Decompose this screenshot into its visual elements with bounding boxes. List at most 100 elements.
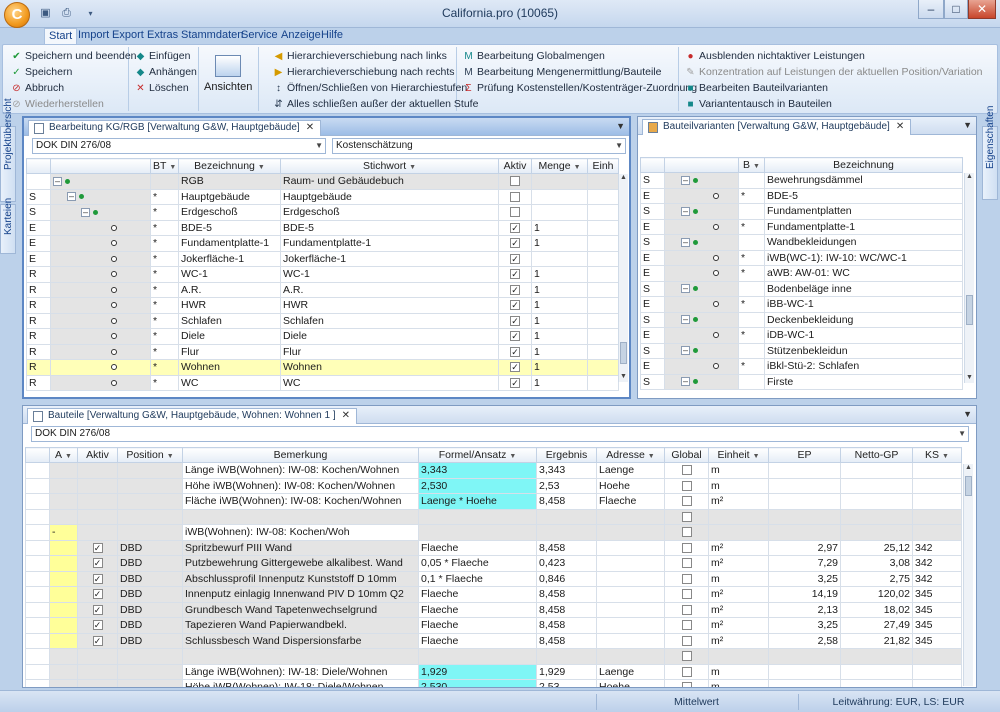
col-header-bt[interactable]: BT ▼ (150, 158, 179, 174)
a-cell[interactable] (49, 462, 78, 479)
table-row[interactable]: E * Fundamentplatte-1 (640, 218, 963, 235)
aktiv-cell[interactable]: ✓ (498, 250, 532, 267)
menge-cell[interactable]: 1 (531, 281, 588, 298)
b-cell[interactable] (738, 203, 765, 220)
table-row[interactable]: R * Schlafen Schlafen ✓ 1 (26, 312, 619, 329)
collapse-icon[interactable]: – (681, 206, 690, 216)
ergebnis-cell[interactable]: 8,458 (536, 617, 597, 634)
bezeichnung-cell[interactable]: Bewehrungsdämmel (764, 172, 963, 189)
table-row[interactable]: ✓ DBD Putzbewehrung Gittergewebe alkalibes… (25, 555, 962, 572)
table-row[interactable] (25, 508, 962, 525)
table-row[interactable]: R * Flur Flur ✓ 1 (26, 343, 619, 360)
tree-node[interactable] (50, 374, 151, 391)
aktiv-cell[interactable] (498, 204, 532, 221)
aktiv-cell[interactable]: ✓ (77, 570, 118, 587)
netto-gp-cell[interactable] (840, 679, 913, 687)
bezeichnung-cell[interactable]: Flur (178, 343, 281, 360)
bezeichnung-cell[interactable]: WC-1 (178, 266, 281, 283)
netto-gp-cell[interactable]: 18,02 (840, 601, 913, 618)
table-row[interactable]: E * Fundamentplatte-1 Fundamentplatte-1 ✓ 1 (26, 235, 619, 252)
col-header-einheit[interactable]: Einheit ▼ (708, 447, 769, 463)
formel-cell[interactable]: 0,1 * Flaeche (418, 570, 537, 587)
tree-node[interactable] (50, 235, 151, 252)
formel-cell[interactable]: 1,929 (418, 663, 537, 680)
einheit-cell[interactable] (587, 250, 619, 267)
aktiv-cell[interactable] (77, 508, 118, 525)
table-row[interactable]: E * BDE-5 BDE-5 ✓ 1 (26, 219, 619, 236)
tree-node[interactable] (664, 187, 739, 204)
bt-cell[interactable]: * (150, 204, 179, 221)
einheit-cell[interactable] (587, 266, 619, 283)
einheit-cell[interactable]: m (708, 477, 769, 494)
adresse-cell[interactable]: Laenge (596, 663, 665, 680)
aktiv-checkbox[interactable]: ✓ (510, 284, 520, 295)
global-checkbox[interactable] (681, 558, 692, 569)
global-cell[interactable] (664, 679, 709, 687)
ks-cell[interactable]: 342 (912, 570, 962, 587)
menge-cell[interactable]: 1 (531, 312, 588, 329)
ep-cell[interactable]: 14,19 (768, 586, 841, 603)
components-tab[interactable]: Bauteile [Verwaltung G&W, Hauptgebäude, … (27, 408, 357, 424)
menge-cell[interactable]: 1 (531, 359, 588, 376)
aktiv-cell[interactable] (77, 477, 118, 494)
einheit-cell[interactable]: m (708, 462, 769, 479)
adresse-cell[interactable] (596, 539, 665, 556)
close-all-except-button[interactable]: ⇵ Alles schließen außer der aktuellen Stu… (273, 97, 478, 112)
global-cell[interactable] (664, 539, 709, 556)
aktiv-checkbox[interactable] (510, 191, 520, 202)
formel-cell[interactable]: Flaeche (418, 617, 537, 634)
aktiv-checkbox[interactable]: ✓ (92, 620, 103, 631)
b-cell[interactable] (738, 342, 765, 359)
menge-cell[interactable]: 1 (531, 297, 588, 314)
einheit-cell[interactable]: m² (708, 555, 769, 572)
einheit-cell[interactable]: m (708, 679, 769, 687)
global-cell[interactable] (664, 663, 709, 680)
insert-button[interactable]: ◆ Einfügen (135, 49, 191, 64)
hierarchy-left-button[interactable]: ◀ Hierarchieverschiebung nach links (273, 49, 447, 64)
stichwort-cell[interactable]: BDE-5 (280, 219, 499, 236)
a-cell[interactable] (49, 570, 78, 587)
table-row[interactable]: S – Bewehrungsdämmel (640, 172, 963, 189)
global-checkbox[interactable] (681, 573, 692, 584)
b-cell[interactable]: * (738, 358, 765, 375)
aktiv-checkbox[interactable]: ✓ (510, 362, 520, 373)
save-icon[interactable]: ▣ (39, 7, 52, 20)
formel-cell[interactable]: 2,530 (418, 679, 537, 687)
netto-gp-cell[interactable]: 120,02 (840, 586, 913, 603)
aktiv-checkbox[interactable]: ✓ (92, 604, 103, 615)
b-cell[interactable]: * (738, 296, 765, 313)
tree-node[interactable] (664, 296, 739, 313)
bemerkung-cell[interactable]: Schlussbesch Wand Dispersionsfarbe (182, 632, 419, 649)
scroll-up-icon[interactable]: ▲ (964, 464, 973, 473)
table-row[interactable]: S – Fundamentplatten (640, 203, 963, 220)
adresse-cell[interactable] (596, 570, 665, 587)
ergebnis-cell[interactable]: 8,458 (536, 601, 597, 618)
qat-customize-icon[interactable]: ▾ (84, 7, 97, 20)
bt-cell[interactable]: * (150, 281, 179, 298)
aktiv-checkbox[interactable]: ✓ (510, 331, 520, 342)
adresse-cell[interactable]: Hoehe (596, 679, 665, 687)
ks-cell[interactable]: 342 (912, 539, 962, 556)
ep-cell[interactable]: 2,13 (768, 601, 841, 618)
close-tab-icon[interactable]: ✕ (342, 410, 350, 421)
bezeichnung-cell[interactable]: BDE-5 (764, 187, 963, 204)
bezeichnung-cell[interactable]: Wohnen (178, 359, 281, 376)
formel-cell[interactable]: 3,343 (418, 462, 537, 479)
adresse-cell[interactable]: Flaeche (596, 493, 665, 510)
aktiv-checkbox[interactable]: ✓ (510, 315, 520, 326)
netto-gp-cell[interactable]: 2,75 (840, 570, 913, 587)
bt-cell[interactable]: * (150, 188, 179, 205)
col-header-a[interactable]: A ▼ (49, 447, 78, 463)
edit-variants-button[interactable]: ■ Bearbeiten Bauteilvarianten (685, 81, 828, 96)
einheit-cell[interactable]: m (708, 663, 769, 680)
stichwort-cell[interactable]: Flur (280, 343, 499, 360)
ks-cell[interactable] (912, 663, 962, 680)
ks-cell[interactable]: 342 (912, 555, 962, 572)
bt-cell[interactable]: * (150, 219, 179, 236)
adresse-cell[interactable]: Laenge (596, 462, 665, 479)
ep-cell[interactable] (768, 663, 841, 680)
global-checkbox[interactable] (681, 666, 692, 677)
aktiv-cell[interactable]: ✓ (498, 312, 532, 329)
aktiv-cell[interactable]: ✓ (498, 297, 532, 314)
bt-cell[interactable]: * (150, 374, 179, 391)
